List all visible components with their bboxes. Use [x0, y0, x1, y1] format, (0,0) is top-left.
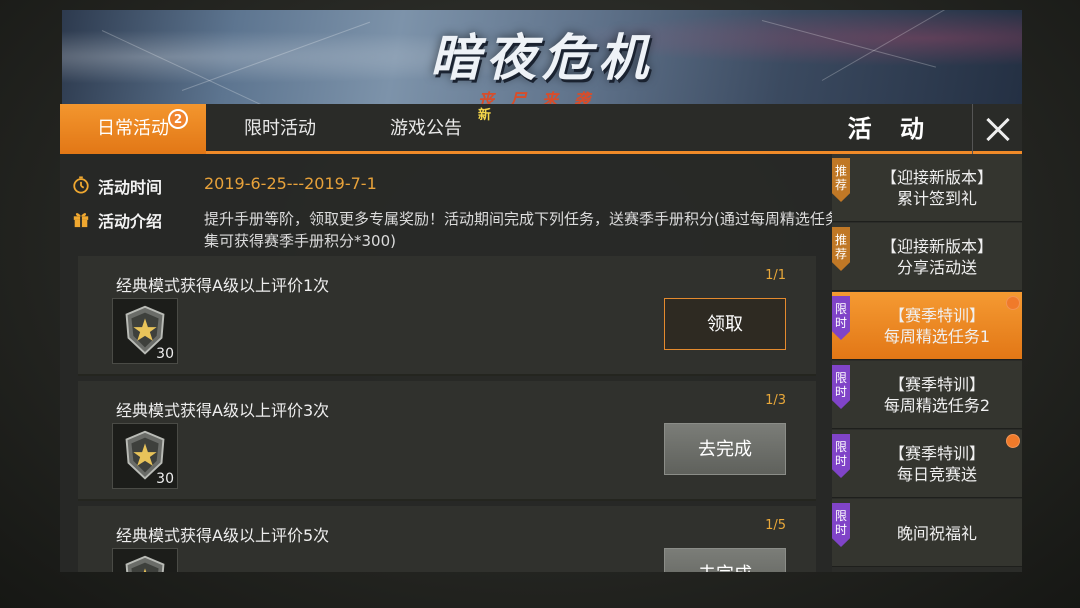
task-row: 经典模式获得A级以上评价5次 1/5 30 去完成: [78, 506, 816, 572]
notification-dot: [1006, 434, 1020, 448]
activity-time-label: 活动时间: [98, 178, 163, 197]
task-title: 经典模式获得A级以上评价3次: [116, 401, 330, 420]
sidebar-item-weekly-task-2[interactable]: 限时 【赛季特训】 每周精选任务2: [832, 361, 1022, 429]
notification-dot: [1006, 296, 1020, 310]
sidebar-item-text: 【迎接新版本】 分享活动送: [856, 223, 1018, 291]
tab-bar: 日常活动 2 限时活动 游戏公告 新 活 动: [60, 104, 1022, 154]
sidebar-item-line2: 每日竞赛送: [896, 465, 977, 484]
recommend-tag: 推荐: [832, 227, 850, 271]
reward-item[interactable]: 30: [112, 548, 178, 572]
sidebar-item-share-gift[interactable]: 推荐 【迎接新版本】 分享活动送: [832, 223, 1022, 291]
activity-intro-row: 活动介绍 提升手册等阶，领取更多专属奖励！活动期间完成下列任务，送赛季手册积分(…: [72, 208, 840, 256]
sidebar-item-checkin-gift[interactable]: 推荐 【迎接新版本】 累计签到礼: [832, 154, 1022, 222]
sidebar-item-line1: 【赛季特训】: [888, 306, 985, 325]
recommend-tag: 推荐: [832, 158, 850, 202]
reward-count: 30: [156, 471, 174, 487]
clock-icon: [73, 176, 89, 194]
activity-time-row: 活动时间 2019-6-25---2019-7-1: [72, 174, 812, 198]
sidebar-item-line2: 累计签到礼: [896, 189, 977, 208]
sidebar-item-text: 【迎接新版本】 累计签到礼: [856, 154, 1018, 222]
task-progress: 1/3: [765, 393, 786, 408]
notification-badge: 2: [168, 109, 188, 129]
sidebar-item-line1: 【迎接新版本】: [880, 237, 993, 256]
sidebar-item-weekly-task-1[interactable]: 限时 【赛季特训】 每周精选任务1: [832, 292, 1022, 360]
gift-icon: [73, 213, 89, 228]
close-button[interactable]: [972, 104, 1022, 154]
sidebar-item-line1: 【赛季特训】: [888, 375, 985, 394]
sidebar-item-text: 晚间祝福礼: [856, 499, 1018, 567]
limited-tag: 限时: [832, 503, 850, 547]
task-title: 经典模式获得A级以上评价5次: [116, 526, 330, 545]
sidebar-item-text: 【赛季特训】 每周精选任务1: [856, 292, 1018, 360]
sidebar-item-text: 【赛季特训】 每日竞赛送: [856, 430, 1018, 498]
reward-count: 30: [156, 346, 174, 362]
task-progress: 1/5: [765, 518, 786, 533]
sidebar-item-line2: 每周精选任务1: [883, 327, 991, 346]
sidebar-item-line1: 晚间祝福礼: [896, 523, 977, 543]
event-banner: 暗夜危机 丧尸来袭: [62, 10, 1022, 104]
limited-tag: 限时: [832, 365, 850, 409]
sidebar-item-daily-competition[interactable]: 限时 【赛季特训】 每日竞赛送: [832, 430, 1022, 498]
sidebar-item-line1: 【迎接新版本】: [880, 168, 993, 187]
star-shield-icon: [125, 555, 165, 572]
sidebar-item-line2: 每周精选任务2: [883, 396, 991, 415]
claim-button[interactable]: 领取: [664, 298, 786, 350]
tab-limited-activity[interactable]: 限时活动: [220, 104, 340, 154]
page-title: 活 动: [847, 115, 934, 143]
sidebar-item-line1: 【赛季特训】: [888, 444, 985, 463]
sidebar-item-text: 【赛季特训】 每周精选任务2: [856, 361, 1018, 429]
task-row: 经典模式获得A级以上评价3次 1/3 30 去完成: [78, 381, 816, 501]
go-complete-button[interactable]: 去完成: [664, 548, 786, 572]
task-row: 经典模式获得A级以上评价1次 1/1 30 领取: [78, 256, 816, 376]
reward-item[interactable]: 30: [112, 298, 178, 364]
activity-time-value: 2019-6-25---2019-7-1: [204, 174, 377, 193]
activity-intro-label: 活动介绍: [98, 212, 163, 231]
task-progress: 1/1: [765, 268, 786, 283]
tab-label: 游戏公告: [390, 118, 462, 139]
reward-item[interactable]: 30: [112, 423, 178, 489]
banner-title: 暗夜危机: [430, 29, 654, 87]
tab-daily-activity[interactable]: 日常活动 2: [60, 104, 206, 154]
banner-subtitle: 丧尸来袭: [477, 90, 606, 104]
activity-intro-text: 提升手册等阶，领取更多专属奖励！活动期间完成下列任务，送赛季手册积分(通过每周精…: [204, 210, 840, 250]
limited-tag: 限时: [832, 296, 850, 340]
tab-label: 限时活动: [244, 118, 316, 139]
task-title: 经典模式获得A级以上评价1次: [116, 276, 330, 295]
sidebar-item-line2: 分享活动送: [896, 258, 977, 277]
sidebar-item-evening-gift[interactable]: 限时 晚间祝福礼: [832, 499, 1022, 567]
tab-label: 日常活动: [97, 118, 169, 139]
activity-panel: 日常活动 2 限时活动 游戏公告 新 活 动 活动时间 2019-6-25---…: [60, 104, 1022, 572]
activity-sidebar[interactable]: 推荐 【迎接新版本】 累计签到礼 推荐 【迎接新版本】 分享活动送 限时 【赛季…: [832, 154, 1022, 572]
task-list[interactable]: 经典模式获得A级以上评价1次 1/1 30 领取 经典模式获得A级以上评价3次 …: [78, 256, 816, 572]
limited-tag: 限时: [832, 434, 850, 478]
tab-announcements[interactable]: 游戏公告 新: [366, 104, 491, 154]
go-complete-button[interactable]: 去完成: [664, 423, 786, 475]
new-tag: 新: [478, 108, 492, 123]
